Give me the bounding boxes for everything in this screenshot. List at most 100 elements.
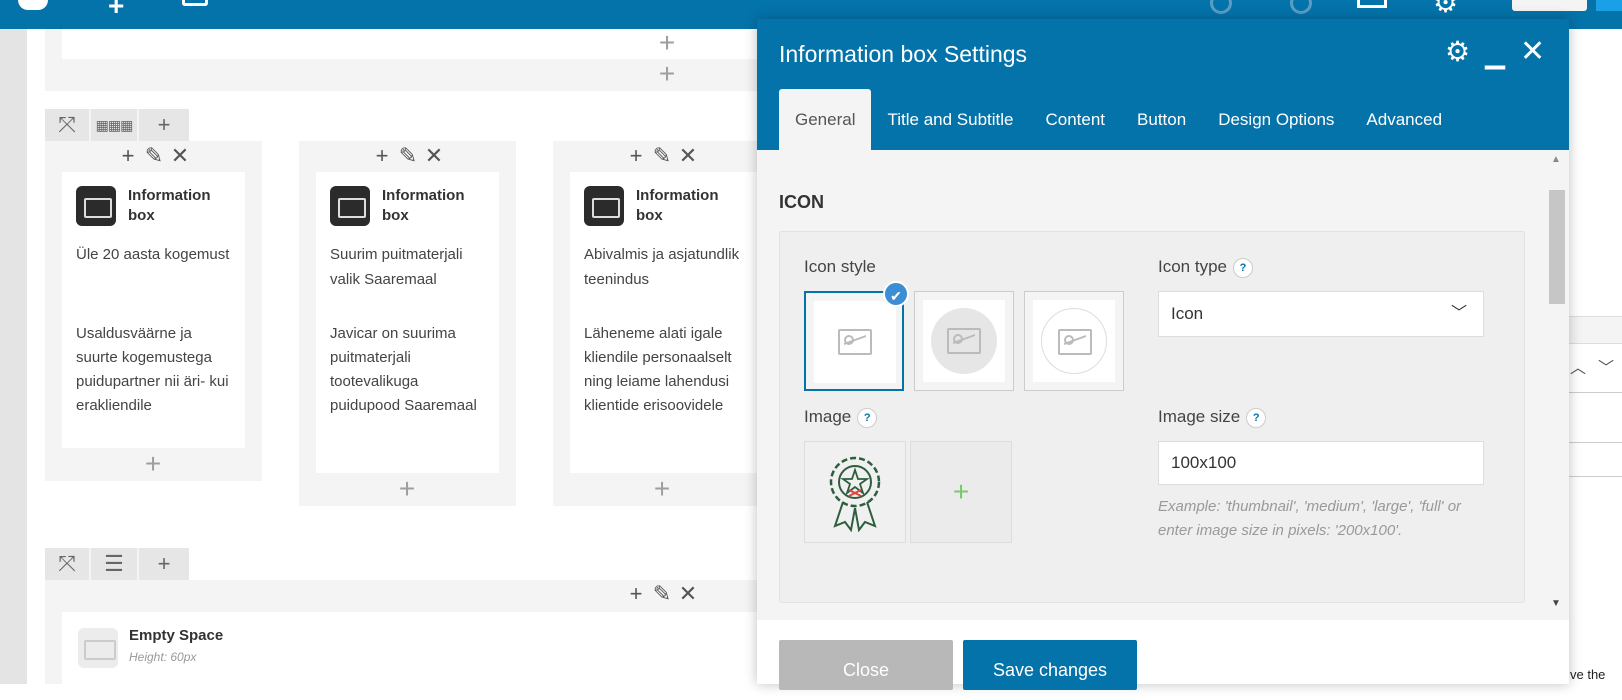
icon-style-circle-filled[interactable] — [914, 291, 1014, 391]
add-element-icon[interactable]: + — [396, 475, 418, 503]
panel-title: Information box Settings — [779, 41, 1028, 67]
toolbar-button[interactable] — [1512, 0, 1587, 11]
award-badge-icon — [829, 456, 881, 532]
empty-space-icon — [78, 628, 118, 668]
add-element-icon[interactable]: + — [656, 29, 678, 57]
redo-icon[interactable] — [1290, 0, 1312, 14]
icon-style-circle-outline[interactable] — [1024, 291, 1124, 391]
add-element-icon[interactable]: + — [142, 450, 164, 478]
add-element-icon[interactable]: + — [651, 475, 673, 503]
undo-icon[interactable] — [1210, 0, 1232, 14]
panel-body: ICON Icon style Icon type? ✔ Icon ﹀ Imag… — [757, 150, 1569, 620]
add-icon[interactable]: + — [625, 145, 647, 167]
information-box-icon — [330, 186, 370, 226]
circle-shape — [1041, 308, 1107, 374]
tab-design-options[interactable]: Design Options — [1202, 89, 1350, 150]
element-lead-text: Suurim puitmaterjali valik Saaremaal — [330, 246, 463, 288]
icon-type-select[interactable]: Icon ﹀ — [1158, 291, 1484, 337]
settings-panel: Information box Settings ⚙ ▁ ✕ General T… — [757, 19, 1569, 690]
information-box-element[interactable]: Information box Suurim puitmaterjali val… — [316, 172, 499, 473]
edit-pencil-icon[interactable]: ✎ — [143, 145, 165, 167]
background-bar — [1568, 316, 1622, 344]
icon-type-label: Icon type? — [1158, 257, 1253, 278]
toolbar-primary-button[interactable] — [1596, 0, 1622, 11]
background-panel: ︿ ﹀ — [1568, 316, 1622, 684]
minimize-icon[interactable]: ▁ — [1485, 39, 1505, 69]
selected-image[interactable] — [804, 441, 906, 543]
help-icon[interactable]: ? — [1246, 407, 1267, 428]
delete-icon[interactable]: ✕ — [169, 145, 191, 167]
style-preview — [1033, 300, 1115, 382]
column-actions: + ✎ ✕ — [625, 583, 699, 605]
add-icon[interactable]: + — [625, 583, 647, 605]
templates-icon[interactable] — [182, 0, 208, 6]
image-size-help-text: Example: 'thumbnail', 'medium', 'large',… — [1158, 498, 1462, 539]
scroll-down-arrow-icon[interactable]: ▼ — [1551, 598, 1561, 609]
settings-gear-icon[interactable]: ⚙ — [1433, 0, 1458, 19]
add-image-button[interactable]: + — [910, 441, 1012, 543]
add-element-icon[interactable]: + — [656, 60, 678, 88]
divider — [1568, 442, 1622, 443]
move-icon[interactable]: ⤧ — [45, 548, 91, 580]
delete-icon[interactable]: ✕ — [677, 145, 699, 167]
chevron-down-icon[interactable]: ﹀ — [1598, 354, 1614, 378]
layout-icon[interactable]: ☰ — [91, 548, 139, 580]
save-changes-button[interactable]: Save changes — [963, 640, 1137, 690]
section-title: ICON — [779, 192, 824, 212]
circle-shape — [931, 308, 997, 374]
add-element-icon[interactable]: + — [108, 0, 124, 22]
help-icon[interactable]: ? — [857, 407, 878, 428]
delete-icon[interactable]: ✕ — [423, 145, 445, 167]
tab-bar: General Title and Subtitle Content Butto… — [779, 89, 1458, 150]
tab-button[interactable]: Button — [1121, 89, 1202, 150]
icon-style-square[interactable]: ✔ — [804, 281, 909, 391]
close-icon[interactable]: ✕ — [1520, 37, 1545, 67]
add-icon[interactable]: + — [139, 109, 189, 141]
icon-style-label: Icon style — [804, 257, 876, 276]
column-content — [62, 29, 757, 59]
empty-space-element[interactable] — [62, 612, 757, 684]
panel-scrollbar[interactable]: ▲ ▼ — [1547, 150, 1567, 620]
element-title: Information box — [636, 187, 719, 224]
panel-footer: Close Save changes — [757, 620, 1569, 690]
image-size-label: Image size? — [1158, 407, 1267, 428]
add-icon[interactable]: + — [371, 145, 393, 167]
edit-pencil-icon[interactable]: ✎ — [397, 145, 419, 167]
add-icon[interactable]: + — [139, 548, 189, 580]
element-subtitle: Height: 60px — [129, 650, 197, 664]
chevron-down-icon: ﹀ — [1450, 305, 1467, 322]
delete-icon[interactable]: ✕ — [677, 583, 699, 605]
information-box-element[interactable]: Information box Abivalmis ja asjatundlik… — [570, 172, 757, 473]
scroll-up-arrow-icon[interactable]: ▲ — [1551, 154, 1561, 165]
scrollbar-thumb[interactable] — [1549, 190, 1565, 304]
divider — [1568, 392, 1622, 393]
element-description: Javicar on suurima puitmaterjali tooteva… — [330, 325, 477, 414]
tab-title-and-subtitle[interactable]: Title and Subtitle — [871, 89, 1029, 150]
image-placeholder-icon — [947, 328, 981, 354]
help-icon[interactable]: ? — [1233, 257, 1253, 278]
tab-general[interactable]: General — [779, 89, 872, 150]
divider — [1568, 476, 1622, 477]
tab-content[interactable]: Content — [1029, 89, 1121, 150]
layout-icon[interactable]: ▦▦▦ — [91, 109, 139, 141]
edit-pencil-icon[interactable]: ✎ — [651, 583, 673, 605]
edit-pencil-icon[interactable]: ✎ — [651, 145, 673, 167]
panel-header: Information box Settings ⚙ ▁ ✕ General T… — [757, 19, 1569, 150]
move-icon[interactable]: ⤧ — [45, 109, 91, 141]
element-description: Läheneme alati igale kliendile personaal… — [584, 325, 732, 414]
style-preview — [923, 300, 1005, 382]
fullscreen-icon[interactable] — [1357, 0, 1387, 8]
column-actions: + ✎ ✕ — [117, 145, 191, 167]
information-box-element[interactable]: Information box Üle 20 aasta kogemust Us… — [62, 172, 245, 448]
chevron-up-icon[interactable]: ︿ — [1570, 354, 1586, 378]
image-size-input[interactable]: 100x100 — [1158, 441, 1484, 485]
logo-icon — [18, 0, 48, 10]
add-icon[interactable]: + — [117, 145, 139, 167]
close-button[interactable]: Close — [779, 640, 953, 690]
style-preview — [814, 301, 896, 383]
information-box-icon — [584, 186, 624, 226]
icon-settings-group: Icon style Icon type? ✔ Icon ﹀ Image? Im… — [779, 231, 1525, 603]
gear-icon[interactable]: ⚙ — [1445, 37, 1470, 67]
row-controls: ⤧ ☰ + — [45, 548, 189, 580]
tab-advanced[interactable]: Advanced — [1350, 89, 1458, 150]
